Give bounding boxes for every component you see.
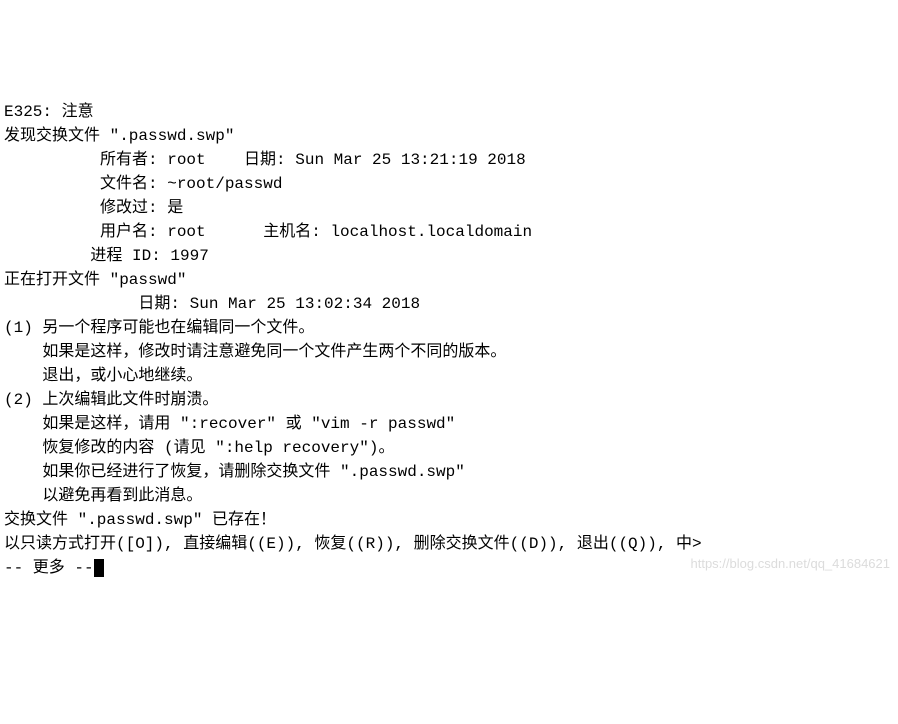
swap-file-found: 发现交换文件 ".passwd.swp" — [4, 124, 894, 148]
cursor-icon — [94, 559, 104, 577]
swap-exists-line: 交换文件 ".passwd.swp" 已存在！ — [4, 508, 894, 532]
vim-prompt-options[interactable]: 以只读方式打开([O]), 直接编辑((E)), 恢复((R)), 删除交换文件… — [4, 532, 894, 556]
modified-line: 修改过: 是 — [4, 196, 894, 220]
file-date-line: 日期: Sun Mar 25 13:02:34 2018 — [4, 292, 894, 316]
opening-file-line: 正在打开文件 "passwd" — [4, 268, 894, 292]
username-hostname-line: 用户名: root 主机名: localhost.localdomain — [4, 220, 894, 244]
reason-2-line-5: 以避免再看到此消息。 — [4, 484, 894, 508]
process-id-line: 进程 ID: 1997 — [4, 244, 894, 268]
vim-error-code: E325: 注意 — [4, 100, 894, 124]
reason-2-line-2: 如果是这样，请用 ":recover" 或 "vim -r passwd" — [4, 412, 894, 436]
reason-2-line-3: 恢复修改的内容 (请见 ":help recovery")。 — [4, 436, 894, 460]
reason-1-line-3: 退出，或小心地继续。 — [4, 364, 894, 388]
reason-2-line-4: 如果你已经进行了恢复，请删除交换文件 ".passwd.swp" — [4, 460, 894, 484]
filename-line: 文件名: ~root/passwd — [4, 172, 894, 196]
reason-2-line-1: (2) 上次编辑此文件时崩溃。 — [4, 388, 894, 412]
reason-1-line-1: (1) 另一个程序可能也在编辑同一个文件。 — [4, 316, 894, 340]
owner-date-line: 所有者: root 日期: Sun Mar 25 13:21:19 2018 — [4, 148, 894, 172]
more-prompt[interactable]: -- 更多 -- — [4, 559, 94, 577]
watermark-text: https://blog.csdn.net/qq_41684621 — [691, 554, 891, 574]
reason-1-line-2: 如果是这样，修改时请注意避免同一个文件产生两个不同的版本。 — [4, 340, 894, 364]
